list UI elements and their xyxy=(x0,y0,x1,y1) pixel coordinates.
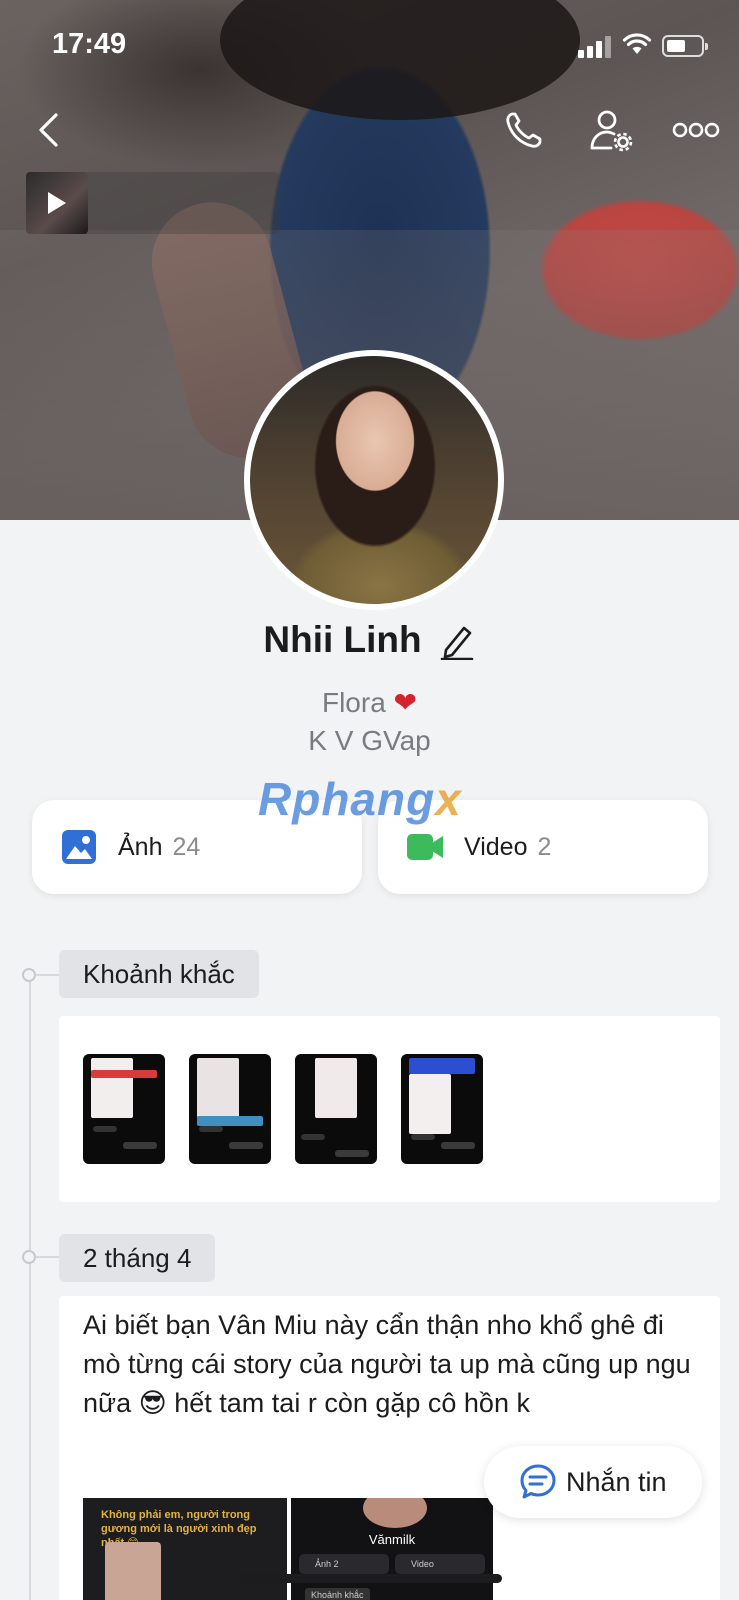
post-image-avatar xyxy=(363,1498,427,1528)
video-camera-icon xyxy=(407,834,443,860)
call-button[interactable] xyxy=(500,106,548,154)
chevron-left-icon xyxy=(39,113,58,147)
signal-icon xyxy=(578,36,612,58)
profile-name: Nhii Linh xyxy=(263,619,422,660)
pencil-icon xyxy=(440,626,473,660)
profile-name-row: Nhii Linh xyxy=(0,612,739,668)
post-image-left: Không phải em, người trong gương mới là … xyxy=(83,1498,287,1600)
chat-bubble-icon xyxy=(520,1464,556,1499)
image-icon xyxy=(62,830,96,864)
date-tag: 2 tháng 4 xyxy=(59,1234,216,1282)
post-image-right: Vănmilk Ảnh 2 Video Khoảnh khắc xyxy=(291,1498,493,1600)
user-settings-icon xyxy=(590,110,633,152)
post-image-moments-chip: Khoảnh khắc xyxy=(305,1588,370,1600)
profile-settings-button[interactable] xyxy=(585,104,637,156)
avatar[interactable] xyxy=(244,350,504,610)
send-message-button[interactable]: Nhắn tin xyxy=(484,1446,702,1518)
post-image[interactable]: Không phải em, người trong gương mới là … xyxy=(83,1498,493,1600)
status-bar: 17:49 xyxy=(0,0,739,90)
edit-name-button[interactable] xyxy=(440,620,476,660)
timeline-line xyxy=(29,975,31,1600)
profile-bio-line1: Flora ❤ xyxy=(0,686,739,719)
moment-thumbnail[interactable] xyxy=(189,1054,271,1164)
photos-label: Ảnh xyxy=(118,832,163,861)
videos-count: 2 xyxy=(537,832,552,861)
watermark-text: Rphang xyxy=(258,773,436,825)
profile-music[interactable] xyxy=(26,172,280,234)
photos-count: 24 xyxy=(172,832,201,861)
more-options-button[interactable] xyxy=(668,112,724,148)
videos-label: Video xyxy=(464,832,528,861)
heart-icon: ❤ xyxy=(393,687,418,718)
moment-thumbnail[interactable] xyxy=(401,1054,483,1164)
moment-thumbnail[interactable] xyxy=(83,1054,165,1164)
status-time: 17:49 xyxy=(52,28,127,60)
post-text: Ai biết bạn Vân Miu này cẩn thận nho khổ… xyxy=(83,1310,691,1418)
post-image-photo xyxy=(105,1542,161,1600)
moments-card xyxy=(59,1016,720,1202)
profile-bio-line2: K V GVap xyxy=(308,725,431,756)
timeline-dot xyxy=(22,1250,36,1264)
home-indicator xyxy=(238,1574,502,1583)
wifi-icon xyxy=(622,33,652,54)
timeline-dot xyxy=(22,968,36,982)
more-horizontal-icon xyxy=(672,122,720,138)
bio-text: Flora xyxy=(321,687,386,718)
send-message-label: Nhắn tin xyxy=(566,1466,667,1497)
phone-icon xyxy=(506,112,542,148)
watermark-accent: x xyxy=(435,773,462,825)
watermark: Rphangx xyxy=(258,772,462,826)
battery-icon xyxy=(662,35,708,57)
post-image-video-chip: Video xyxy=(395,1554,485,1574)
play-icon xyxy=(48,192,66,214)
moment-thumbnail[interactable] xyxy=(295,1054,377,1164)
back-button[interactable] xyxy=(28,108,68,152)
post-image-photos-chip: Ảnh 2 xyxy=(299,1554,389,1574)
post-image-name: Vănmilk xyxy=(368,1532,416,1547)
music-thumbnail xyxy=(26,172,88,234)
moments-tag[interactable]: Khoảnh khắc xyxy=(59,950,259,998)
